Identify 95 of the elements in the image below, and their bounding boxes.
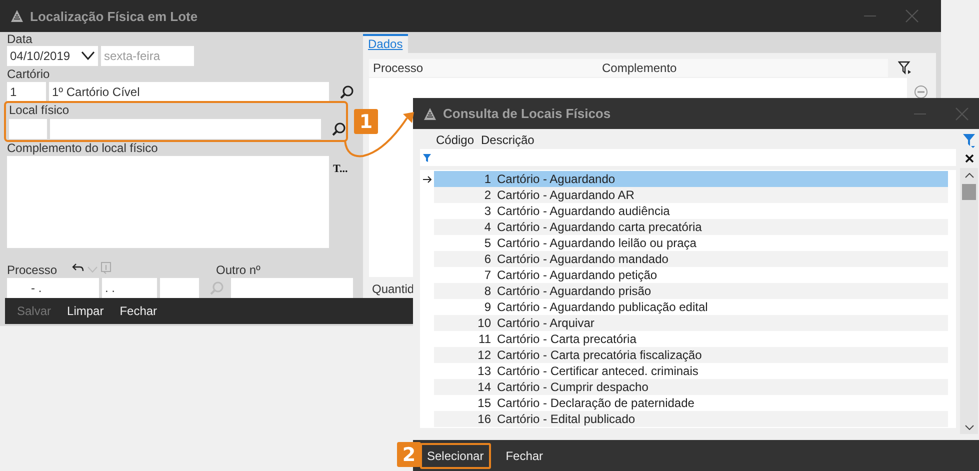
list-row[interactable]: 12 Cartório - Carta precatória fiscalização	[434, 347, 948, 363]
window-title: Localização Física em Lote	[30, 8, 199, 24]
list-row[interactable]: 15 Cartório - Declaração de paternidade	[434, 395, 948, 411]
list-row[interactable]: 13 Cartório - Certificar anteced. criminais	[434, 363, 948, 379]
search-icon[interactable]	[340, 84, 354, 98]
list-row[interactable]: 2 Cartório - Aguardando AR	[434, 187, 948, 203]
description-cell: Cartório - Aguardando leilão ou praça	[497, 236, 696, 250]
code-cell-text: 13	[476, 364, 492, 378]
list-row[interactable]: 10 Cartório - Arquivar	[434, 315, 948, 331]
filter-icon[interactable]	[898, 61, 912, 75]
undo-icon[interactable]	[72, 263, 84, 273]
list-row[interactable]: 14 Cartório - Cumprir despacho	[434, 379, 948, 395]
list-row[interactable]: 4 Cartório - Aguardando carta precatória	[434, 219, 948, 235]
code-cell-text: 7	[483, 268, 492, 282]
description-cell: Cartório - Arquivar	[497, 316, 594, 330]
clear-icon[interactable]	[964, 154, 974, 163]
remove-icon[interactable]	[914, 85, 928, 99]
column-header[interactable]: Processo	[369, 61, 602, 75]
code-cell-text: 4	[483, 220, 492, 234]
app-logo-icon	[423, 106, 437, 120]
field-label: Local físico	[9, 104, 70, 117]
info-icon[interactable]	[101, 262, 111, 274]
description-cell: Cartório - Aguardando audiência	[497, 204, 670, 218]
app-logo-icon	[10, 9, 24, 23]
code-cell-text: 3	[483, 204, 492, 218]
description-cell: Cartório - Carta precatória fiscalização	[497, 348, 702, 362]
text-button[interactable]: T...	[333, 163, 348, 175]
code-cell-text: 12	[476, 348, 492, 362]
list-row[interactable]: 9 Cartório - Aguardando publicação edital	[434, 299, 948, 315]
list-row[interactable]: 7 Cartório - Aguardando petição	[434, 267, 948, 283]
grid-footer-label: Quantid	[371, 282, 414, 296]
list-row[interactable]: 8 Cartório - Aguardando prisão	[434, 283, 948, 299]
list-row[interactable]: 5 Cartório - Aguardando leilão ou praça	[434, 235, 948, 251]
code-cell-text: 14	[476, 380, 492, 394]
code-field[interactable]	[9, 119, 47, 139]
code-field[interactable]: 1	[7, 82, 46, 101]
dialog-title: Consulta de Locais Físicos	[443, 106, 612, 121]
description-cell: Cartório - Aguardando AR	[497, 188, 634, 202]
description-cell: Cartório - Aguardando petição	[497, 268, 658, 282]
list-row[interactable]: 3 Cartório - Aguardando audiência	[434, 203, 948, 219]
list-row[interactable]: 11 Cartório - Carta precatória	[434, 331, 948, 347]
scrollbar-thumb[interactable]	[962, 184, 976, 200]
weekday-field: sexta-feira	[101, 46, 194, 66]
field-label: Processo	[7, 264, 58, 277]
description-cell: Cartório - Certificar anteced. criminais	[497, 364, 698, 378]
code-cell-text: 10	[476, 316, 492, 330]
footer-button[interactable]: Fechar	[498, 442, 550, 468]
number-field[interactable]	[231, 278, 353, 298]
process-field[interactable]	[160, 278, 199, 298]
scrollbar[interactable]	[960, 168, 978, 434]
code-cell-text: 5	[483, 236, 492, 250]
code-cell-text: 2	[483, 188, 492, 202]
date-field[interactable]: 04/10/2019	[7, 46, 98, 66]
code-cell-text: 16	[476, 412, 492, 426]
code-cell-text: 15	[476, 396, 492, 410]
chevron-down-icon[interactable]	[81, 51, 95, 61]
step-badge: 2	[397, 442, 421, 467]
field-label: Data	[7, 33, 34, 46]
process-field[interactable]: - .	[7, 278, 99, 298]
name-field[interactable]: 1º Cartório Cível	[49, 82, 329, 101]
code-cell-text: 6	[483, 252, 492, 266]
footer-button[interactable]: Fechar	[114, 302, 164, 320]
chevron-up-icon[interactable]	[964, 173, 974, 178]
process-field[interactable]: . .	[102, 278, 157, 298]
search-icon[interactable]	[332, 122, 346, 136]
description-cell: Cartório - Cumprir despacho	[497, 380, 648, 394]
description-cell: Cartório - Aguardando carta precatória	[497, 220, 702, 234]
description-cell: Cartório - Aguardando	[497, 172, 616, 186]
column-header[interactable]: Código	[420, 133, 481, 147]
chevron-down-icon[interactable]	[964, 425, 974, 430]
tab[interactable]: Dados	[363, 34, 408, 53]
arrow-right-icon	[422, 176, 432, 182]
field-label: Cartório	[7, 68, 51, 81]
column-header[interactable]: Descrição	[481, 133, 534, 147]
code-cell-text: 9	[483, 300, 492, 314]
description-cell: Cartório - Aguardando publicação edital	[497, 300, 708, 314]
description-cell: Cartório - Declaração de paternidade	[497, 396, 694, 410]
description-cell: Cartório - Aguardando mandado	[497, 252, 668, 266]
name-field[interactable]	[50, 119, 321, 139]
list-row[interactable]: 6 Cartório - Aguardando mandado	[434, 251, 948, 267]
footer-button[interactable]: Limpar	[61, 302, 110, 320]
code-cell-text: 1	[483, 172, 492, 186]
field-label: Complemento do local físico	[7, 142, 159, 155]
code-cell-text: 8	[483, 284, 492, 298]
close-icon[interactable]	[955, 106, 969, 120]
list-row[interactable]: 1 Cartório - Aguardando	[434, 171, 948, 187]
close-icon[interactable]	[905, 9, 919, 23]
code-cell-text: 11	[478, 332, 492, 346]
description-cell: Cartório - Aguardando prisão	[497, 284, 652, 298]
description-cell: Cartório - Edital publicado	[497, 412, 636, 426]
list-row[interactable]: 16 Cartório - Edital publicado	[434, 411, 948, 427]
column-header[interactable]: Complemento	[602, 61, 677, 75]
description-cell: Cartório - Carta precatória	[497, 332, 636, 346]
step-badge: 1	[354, 109, 378, 134]
field-label: Outro nº	[216, 264, 260, 277]
